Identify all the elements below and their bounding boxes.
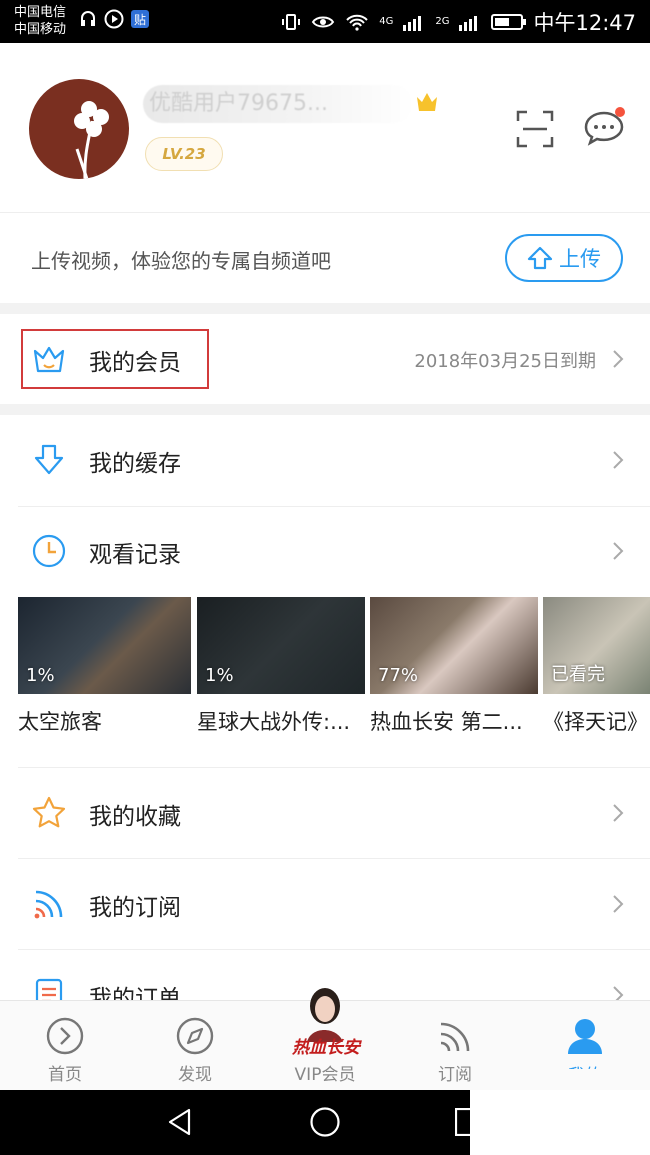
network-type-2: 2G <box>435 15 450 27</box>
video-thumbnail: 已看完 <box>543 597 650 694</box>
tab-me[interactable]: 我的 <box>520 1001 650 1091</box>
history-card[interactable]: 1% 星球大战外传:... <box>197 597 365 736</box>
history-label: 观看记录 <box>89 542 181 568</box>
chat-bubble-icon <box>584 107 625 146</box>
tab-subscribe[interactable]: 订阅 <box>390 1001 520 1091</box>
section-gap <box>0 404 650 415</box>
progress-label: 77% <box>378 665 419 686</box>
progress-label: 1% <box>205 665 234 686</box>
home-circle-icon[interactable] <box>309 1106 341 1138</box>
tab-subscribe-label: 订阅 <box>438 1065 472 1085</box>
history-carousel[interactable]: 1% 太空旅客 1% 星球大战外传:... 77% 热血长安 第二... 已看完… <box>0 597 650 757</box>
download-icon <box>34 444 64 475</box>
progress-label: 1% <box>26 665 55 686</box>
play-circle-icon <box>46 1017 84 1055</box>
chevron-right-icon <box>613 895 624 913</box>
video-title: 《择天记》 <box>543 710 648 734</box>
upload-row: 上传视频，体验您的专属自频道吧 上传 <box>0 213 650 303</box>
cache-label: 我的缓存 <box>89 451 181 477</box>
upload-button[interactable]: 上传 <box>505 234 623 282</box>
progress-label: 已看完 <box>551 664 605 685</box>
svg-text:贴: 贴 <box>134 13 146 27</box>
carrier-1: 中国电信 <box>14 5 67 20</box>
clock: 中午12:47 <box>533 10 636 35</box>
scan-icon[interactable] <box>515 109 555 149</box>
vip-promo-text: 热血长安 <box>292 1038 360 1058</box>
profile-header: 优酷用户79675... LV.23 <box>0 43 650 213</box>
upload-prompt: 上传视频，体验您的专属自频道吧 <box>31 249 331 273</box>
youku-play-icon <box>104 9 124 29</box>
history-card[interactable]: 77% 热血长安 第二... <box>370 597 538 736</box>
section-gap <box>0 303 650 314</box>
clock-icon <box>32 534 66 568</box>
chevron-right-icon <box>613 542 624 560</box>
headset-icon <box>81 11 95 26</box>
signal-icon-1 <box>403 15 422 31</box>
subscriptions-label: 我的订阅 <box>89 895 181 921</box>
eye-icon <box>312 16 335 27</box>
history-card[interactable]: 1% 太空旅客 <box>18 597 191 736</box>
username: 优酷用户79675... <box>143 85 413 123</box>
wifi-icon <box>346 14 368 31</box>
upload-button-label: 上传 <box>559 247 601 271</box>
chevron-right-icon <box>613 804 624 822</box>
rss-icon <box>34 890 63 919</box>
history-row[interactable]: 观看记录 <box>0 506 650 596</box>
video-title: 热血长安 第二... <box>370 710 523 734</box>
level-badge: LV.23 <box>145 137 223 171</box>
rss-icon <box>440 1022 470 1052</box>
video-thumbnail: 1% <box>197 597 365 694</box>
annotation-highlight-box <box>21 329 209 389</box>
membership-expiry: 2018年03月25日到期 <box>414 351 596 372</box>
tieba-icon: 贴 <box>131 10 149 28</box>
network-type-1: 4G <box>379 15 394 27</box>
status-bar: 中国电信 中国移动 贴 4G 2G 中午12:47 <box>0 0 650 43</box>
tab-home-label: 首页 <box>48 1065 82 1085</box>
chevron-right-icon <box>613 350 624 368</box>
vibrate-icon <box>282 13 301 30</box>
signal-icon-2 <box>459 15 478 31</box>
carrier-info: 中国电信 中国移动 <box>14 4 66 38</box>
video-thumbnail: 1% <box>18 597 191 694</box>
tab-discover[interactable]: 发现 <box>130 1001 260 1091</box>
history-card[interactable]: 已看完 《择天记》 <box>543 597 650 736</box>
cache-row[interactable]: 我的缓存 <box>0 415 650 505</box>
tab-me-label: 我的 <box>520 1061 650 1069</box>
upload-arrow-icon <box>527 246 553 270</box>
compass-icon <box>176 1017 214 1055</box>
tab-discover-label: 发现 <box>178 1065 212 1085</box>
tab-home[interactable]: 首页 <box>0 1001 130 1091</box>
video-title: 星球大战外传:... <box>197 710 351 734</box>
flower-avatar-icon <box>74 101 109 179</box>
carrier-2: 中国移动 <box>14 22 67 37</box>
back-icon[interactable] <box>165 1107 195 1137</box>
tab-vip-label: VIP会员 <box>294 1065 356 1085</box>
subscriptions-row[interactable]: 我的订阅 <box>0 859 650 949</box>
chevron-right-icon <box>613 451 624 469</box>
video-thumbnail: 77% <box>370 597 538 694</box>
recents-icon[interactable] <box>455 1108 470 1136</box>
battery-icon <box>491 13 527 30</box>
message-button[interactable] <box>582 106 626 150</box>
user-icon <box>568 1019 602 1054</box>
favorites-row[interactable]: 我的收藏 <box>0 768 650 858</box>
nav-bar-blank <box>470 1090 650 1155</box>
avatar[interactable] <box>29 79 129 179</box>
star-icon <box>32 796 66 828</box>
favorites-label: 我的收藏 <box>89 804 181 830</box>
video-title: 太空旅客 <box>18 710 102 734</box>
vip-crown-icon <box>417 93 437 111</box>
system-nav-bar <box>0 1090 470 1155</box>
